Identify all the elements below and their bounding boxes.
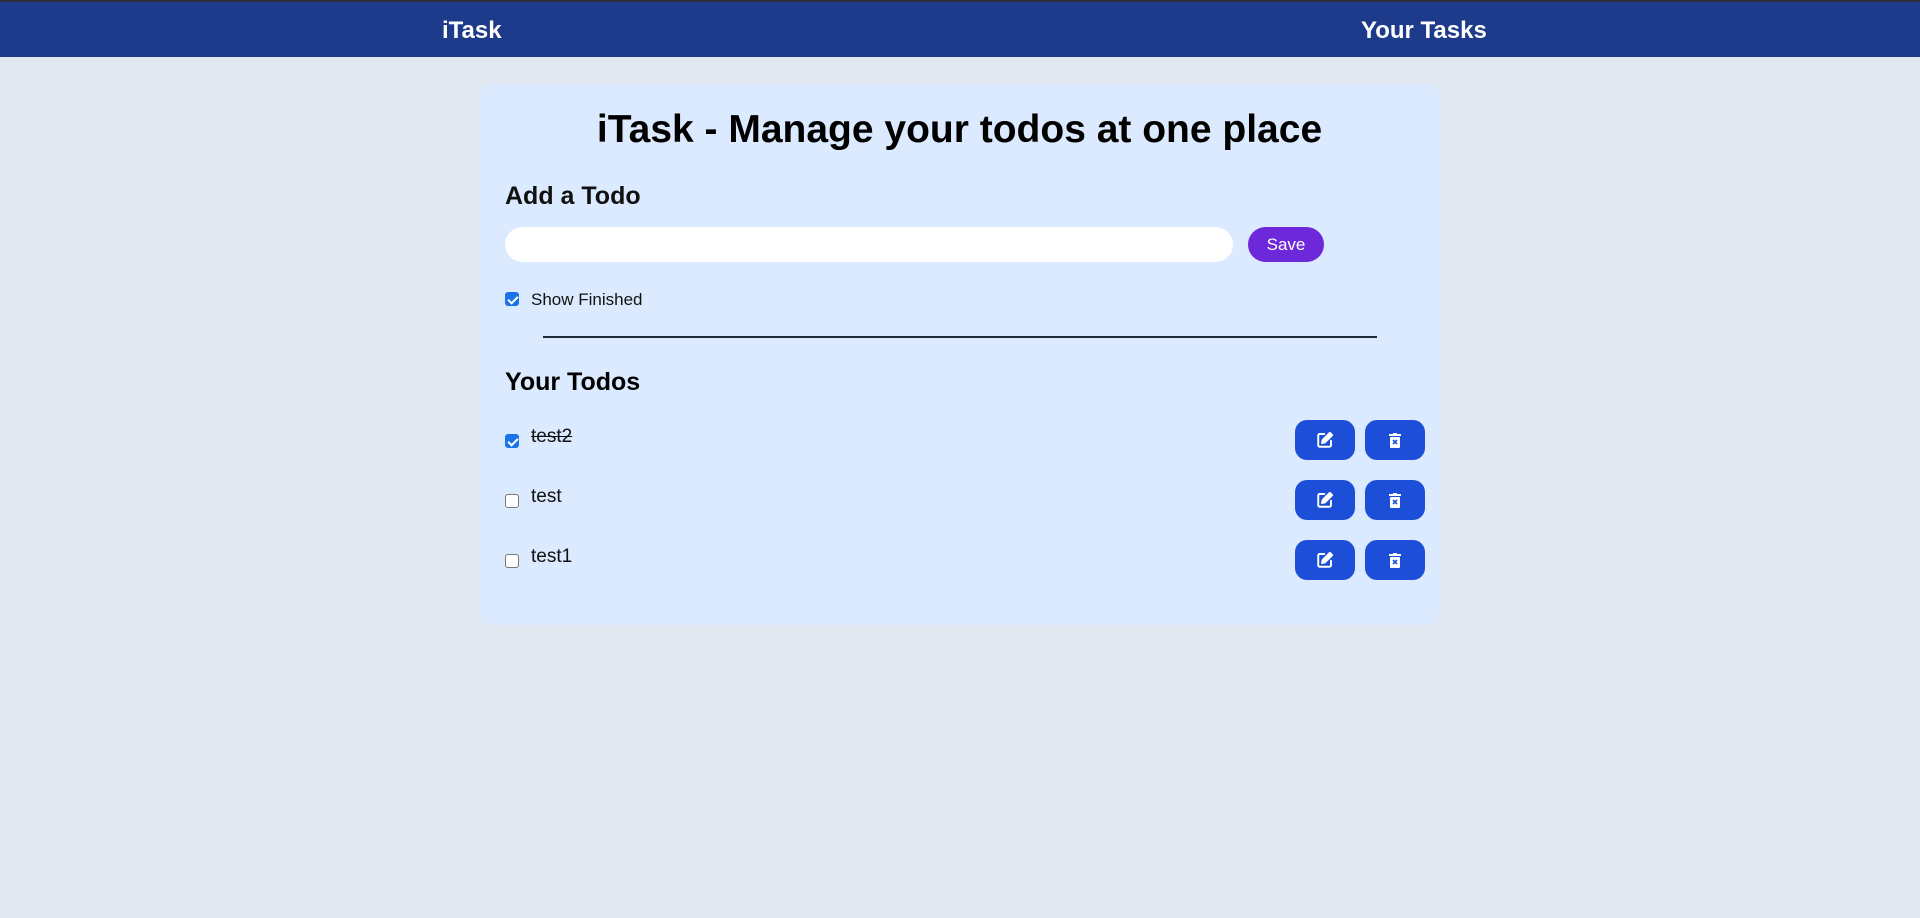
trash-icon — [1389, 492, 1401, 508]
show-finished-checkbox[interactable] — [505, 292, 519, 306]
your-todos-heading: Your Todos — [505, 368, 641, 396]
page-title: iTask - Manage your todos at one place — [596, 108, 1323, 151]
todo-item: test2 — [505, 420, 1425, 460]
delete-button[interactable] — [1365, 480, 1425, 520]
edit-button[interactable] — [1295, 420, 1355, 460]
todo-text: test1 — [531, 546, 573, 567]
add-todo-heading: Add a Todo — [505, 182, 641, 210]
todo-card: iTask - Manage your todos at one place A… — [479, 84, 1440, 625]
nav-link-your-tasks[interactable]: Your Tasks — [1361, 17, 1487, 45]
edit-button[interactable] — [1295, 480, 1355, 520]
edit-icon — [1317, 491, 1334, 508]
edit-icon — [1317, 431, 1334, 448]
todo-item: test1 — [505, 540, 1425, 580]
divider — [543, 336, 1377, 338]
trash-icon — [1389, 432, 1401, 448]
delete-button[interactable] — [1365, 540, 1425, 580]
todo-input[interactable] — [505, 227, 1233, 262]
todo-text: test2 — [531, 426, 573, 447]
todo-checkbox[interactable] — [505, 494, 519, 508]
edit-button[interactable] — [1295, 540, 1355, 580]
show-finished-label: Show Finished — [531, 290, 643, 309]
edit-icon — [1317, 551, 1334, 568]
navbar: iTask Your Tasks — [0, 0, 1920, 57]
delete-button[interactable] — [1365, 420, 1425, 460]
todo-checkbox[interactable] — [505, 434, 519, 448]
brand-logo[interactable]: iTask — [442, 17, 502, 45]
trash-icon — [1389, 552, 1401, 568]
todo-item: test — [505, 480, 1425, 520]
todo-text: test — [531, 486, 562, 507]
save-button[interactable]: Save — [1248, 227, 1324, 262]
todo-checkbox[interactable] — [505, 554, 519, 568]
